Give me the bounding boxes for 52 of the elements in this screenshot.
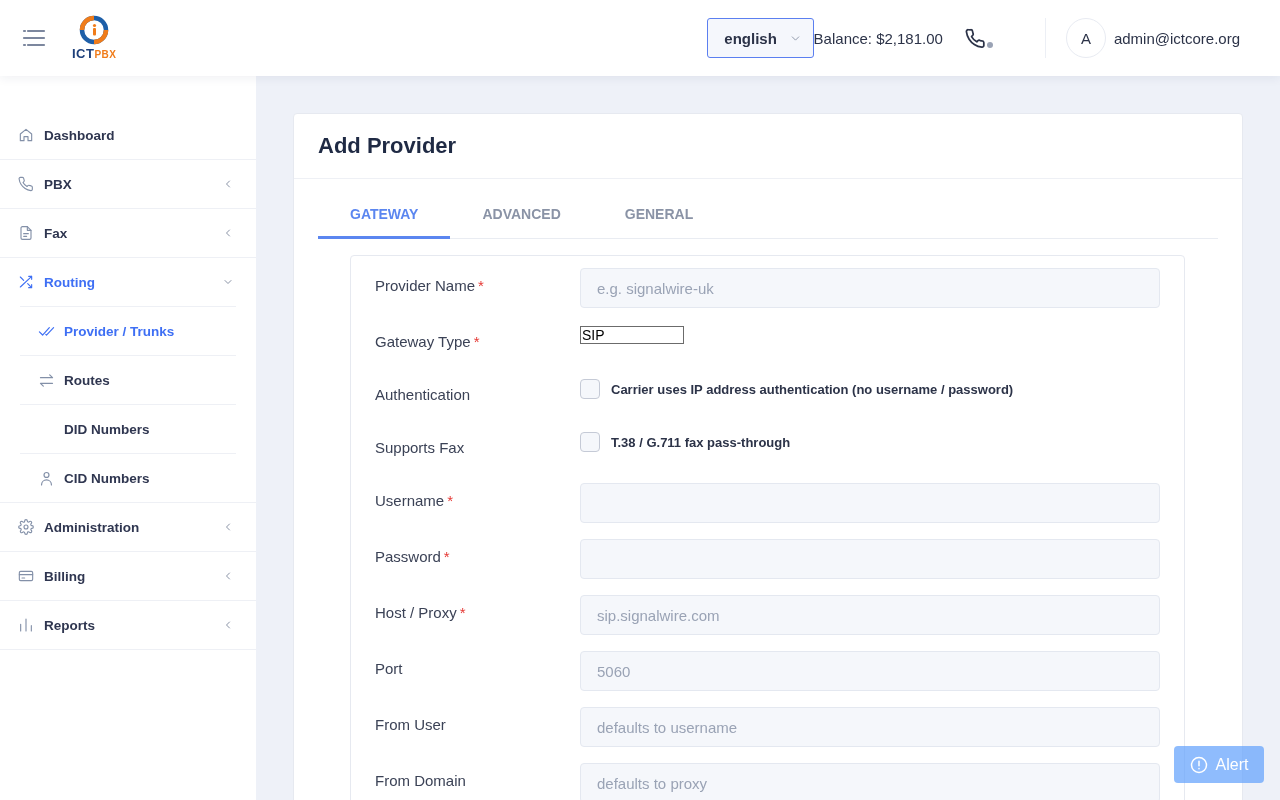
sidebar-item[interactable]: Billing [0,552,256,601]
text-field[interactable]: e.g. signalwire-uk [580,268,1160,308]
sidebar-item[interactable]: Reports [0,601,256,650]
text-field[interactable]: 5060 [580,651,1160,691]
bar-chart-icon [18,617,34,633]
checkbox[interactable] [580,432,600,452]
field-label: Gateway Type * [375,332,481,352]
sidebar-item[interactable]: Routing [0,258,256,306]
sidebar-item[interactable]: Dashboard [0,111,256,160]
language-select[interactable]: english [706,18,814,58]
card-icon [18,568,34,584]
sidebar-item[interactable]: Administration [0,503,256,552]
person-icon [38,469,55,487]
text-field[interactable]: defaults to username [580,707,1160,747]
logo-icon [79,15,110,45]
sidebar-item[interactable]: Fax [0,209,256,258]
select-field[interactable]: SIP [580,326,684,344]
phone-icon [18,176,34,192]
field-label: From Domain [375,771,467,791]
phone-icon[interactable] [964,27,986,49]
field-label: Password * [375,547,451,567]
sidebar-item[interactable]: PBX [0,160,256,209]
field-label: Provider Name * [375,276,485,296]
checkbox-label: Carrier uses IP address authentication (no username / password) [611,381,1014,397]
alert-icon [1189,755,1208,774]
sidebar-subitem[interactable]: DID Numbers [20,404,236,453]
shuffle-icon [18,274,34,290]
swap-arrows-icon [38,371,55,389]
field-label: Username * [375,491,455,511]
sidebar-subitem[interactable]: Provider / Trunks [20,306,236,355]
checkbox[interactable] [580,379,600,399]
sidebar-subitem[interactable]: Routes [20,355,236,404]
user-email[interactable]: admin@ictcore.org [1113,29,1240,47]
document-icon [18,225,34,241]
field-label: Port [375,659,404,679]
logo-text: ICTPBX [72,47,117,61]
home-icon [18,127,34,143]
field-label: Host / Proxy * [375,603,467,623]
text-field[interactable]: sip.signalwire.com [580,595,1160,635]
gear-icon [18,519,34,535]
field-label: Supports Fax [375,438,466,458]
text-field[interactable]: defaults to proxy [580,763,1160,800]
field-label: Authentication [375,385,472,405]
text-field[interactable] [580,483,1160,523]
sidebar-subitem[interactable]: CID Numbers [20,453,236,502]
checkbox-label: T.38 / G.711 fax pass-through [611,434,791,450]
password-field[interactable] [580,539,1160,579]
balance-text: Balance: $2,181.00 [813,29,943,47]
status-dot-icon [986,41,993,48]
page-title: Add Provider [318,133,457,159]
field-label: From User [375,715,447,735]
menu-icon[interactable] [22,29,46,47]
